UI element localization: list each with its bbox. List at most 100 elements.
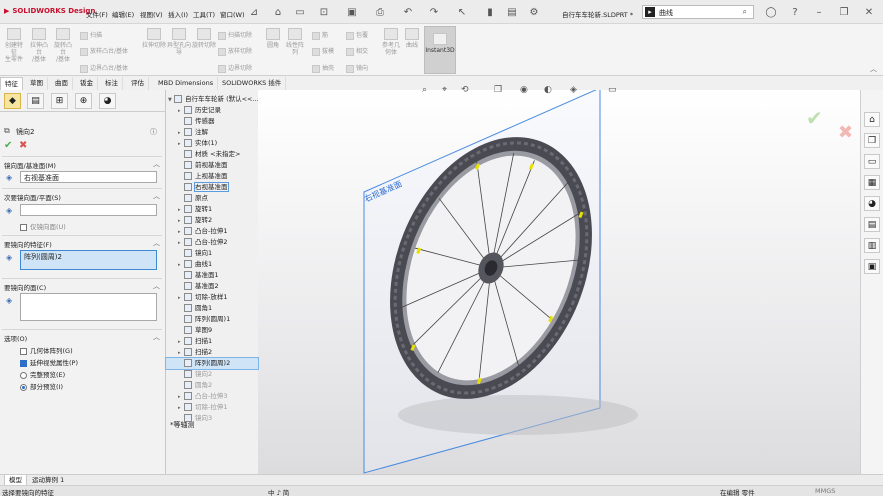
menu-file[interactable]: 文件(F) [86,9,108,19]
tree-item-cut-extrude1[interactable]: ▸ 切除-拉伸1 [166,402,258,413]
revolve-cut-button[interactable]: 旋转切除 [192,28,216,49]
extrude-boss-button[interactable]: 拉伸凸台/基体 [28,28,50,63]
tree-item-fillet2[interactable]: 圆角2 [166,380,258,391]
tree-item-circular-pattern1[interactable]: 阵列(圆周)1 [166,314,258,325]
display-style-icon[interactable]: ◉ [520,85,528,95]
wheel-model-view[interactable]: 右视基准面 [258,90,860,474]
tree-item-front-plane[interactable]: 前视基准面 [166,160,258,171]
tree-item-origin[interactable]: 原点 [166,193,258,204]
faces-to-mirror-section-title[interactable]: 要镜向的面(C) [4,282,46,292]
custom-properties-icon[interactable]: ▤ [864,217,880,232]
linear-pattern-button[interactable]: 线性阵列 [284,28,306,56]
tree-item-revolve2[interactable]: ▸ 旋转2 [166,215,258,226]
hide-show-items-icon[interactable]: ◐ [544,85,552,95]
search-icon[interactable]: ⌕ [743,7,747,17]
menu-window[interactable]: 窗口(W) [220,9,245,19]
viewport-cancel-x-icon[interactable]: ✖ [838,122,853,143]
boundary-boss-button[interactable]: 边界凸台/基体 [80,63,128,73]
collapse-chevron-icon[interactable]: ︿ [153,238,160,248]
help-question-icon[interactable]: ⓘ [150,127,157,137]
collapse-ribbon-icon[interactable]: ︿ [870,64,877,74]
tree-item-sketch9[interactable]: 草图9 [166,325,258,336]
user-account-icon[interactable]: ◯ [765,6,777,18]
options-gear-icon[interactable]: ⚙ [528,6,540,18]
menu-edit[interactable]: 编辑(E) [112,9,134,19]
help-icon[interactable]: ? [789,6,801,18]
boundary-cut-button[interactable]: 边界切除 [218,63,252,73]
propagate-visual-properties-checkbox[interactable]: 延伸视觉属性(P) [20,357,78,367]
tree-item-material[interactable]: 材质 <未指定> [166,149,258,160]
tree-item-mirror1[interactable]: 镜向1 [166,248,258,259]
collapse-chevron-icon[interactable]: ︿ [153,159,160,169]
features-to-mirror-section-title[interactable]: 要镜向的特征(F) [4,239,52,249]
feature-manager-tab-icon[interactable]: ◆ [4,93,21,109]
tree-item-sensors[interactable]: 传感器 [166,116,258,127]
mirror-plane-section-title[interactable]: 镜向面/基准面(M) [4,160,56,170]
file-explorer-icon[interactable]: ▭ [864,154,880,169]
restore-icon[interactable]: ❐ [838,6,850,18]
tab-solidworks-addins[interactable]: SOLIDWORKS 插件 [218,77,287,90]
viewport-confirm-check-icon[interactable]: ✔ [806,106,823,130]
display-manager-tab-icon[interactable]: ◕ [99,93,116,109]
tree-item-sweep2[interactable]: ▸ 扫描2 [166,347,258,358]
tree-item-plane1[interactable]: 基准面1 [166,270,258,281]
fillet-button[interactable]: 圆角 [264,28,282,49]
undo-icon[interactable]: ↶ [402,6,414,18]
forum-icon[interactable]: ▥ [864,238,880,253]
tree-item-revolve1[interactable]: ▸ 旋转1 [166,204,258,215]
dimxpert-tab-icon[interactable]: ⊕ [75,93,92,109]
reference-geometry-button[interactable]: 参考几 何体 [380,28,402,56]
tab-features[interactable]: 特征 [0,77,23,90]
options-section-title[interactable]: 选项(O) [4,333,27,343]
home-icon[interactable]: ⌂ [272,6,284,18]
tree-item-mirror2[interactable]: 镜向2 [166,369,258,380]
previous-view-icon[interactable]: ⟲ [461,85,469,95]
shell-button[interactable]: 抽壳 [312,63,334,73]
instant3d-button[interactable]: Instant3D [424,26,456,74]
appearances-icon[interactable]: ◕ [864,196,880,211]
redo-icon[interactable]: ↷ [428,6,440,18]
tree-item-curve1[interactable]: ▸ 曲线1 [166,259,258,270]
close-icon[interactable]: ✕ [863,6,875,18]
minimize-icon[interactable]: – [813,6,825,18]
tree-root[interactable]: ▼ 自行车车轮新 (默认<<... [166,94,259,105]
tab-sketch[interactable]: 草图 [26,77,48,90]
tab-sheet-metal[interactable]: 钣金 [76,77,98,90]
cancel-x-icon[interactable]: ✖ [19,140,27,151]
menu-insert[interactable]: 插入(I) [168,9,188,19]
ime-indicator[interactable]: 中 ♪ 简 [268,487,289,496]
save-icon[interactable]: ▣ [346,6,358,18]
open-icon[interactable]: ⊡ [318,6,330,18]
mirror-faces-only-checkbox[interactable]: 仅镜向面(U) [20,221,66,231]
pin-icon[interactable]: ⊿ [248,6,260,18]
collapse-chevron-icon[interactable]: ︿ [153,191,160,201]
draft-button[interactable]: 拔模 [312,46,334,56]
tree-item-annotations[interactable]: ▸ 注解 [166,127,258,138]
configuration-manager-tab-icon[interactable]: ⊞ [51,93,68,109]
rib-button[interactable]: 筋 [312,30,328,40]
loft-cut-button[interactable]: 放样切除 [218,46,252,56]
create-feature-button[interactable]: 创建特征 生零件 [4,28,24,63]
view-orientation-icon[interactable]: ❒ [494,85,502,95]
partial-preview-radio[interactable]: 部分预览(I) [20,381,63,391]
menu-tools[interactable]: 工具(T) [193,9,215,19]
tree-item-extrude1[interactable]: ▸ 凸台-拉伸1 [166,226,258,237]
tree-item-top-plane[interactable]: 上视基准面 [166,171,258,182]
geometry-pattern-checkbox[interactable]: 几何体阵列(G) [20,345,73,355]
mirror-button[interactable]: 镜向 [346,63,368,73]
wrap-button[interactable]: 包覆 [346,30,368,40]
intersect-button[interactable]: 相交 [346,46,368,56]
add-ins-icon[interactable]: ▣ [864,259,880,274]
full-preview-radio[interactable]: 完整预览(E) [20,369,65,379]
view-palette-icon[interactable]: ▦ [864,175,880,190]
tree-item-cut-loft1[interactable]: ▸ 切除-放样1 [166,292,258,303]
tree-item-history[interactable]: ▸ 历史记录 [166,105,258,116]
zoom-to-fit-icon[interactable]: ⌕ [422,85,427,95]
menu-view[interactable]: 视图(V) [140,9,163,19]
tree-item-solid-bodies[interactable]: ▸ 实体(1) [166,138,258,149]
collapse-chevron-icon[interactable]: ︿ [153,332,160,342]
tree-item-mirror3[interactable]: 镜向3 [166,413,258,424]
solidworks-resources-icon[interactable]: ⌂ [864,112,880,127]
revolve-boss-button[interactable]: 旋转凸台/基体 [52,28,74,63]
tab-markup[interactable]: 标注 [101,77,123,90]
